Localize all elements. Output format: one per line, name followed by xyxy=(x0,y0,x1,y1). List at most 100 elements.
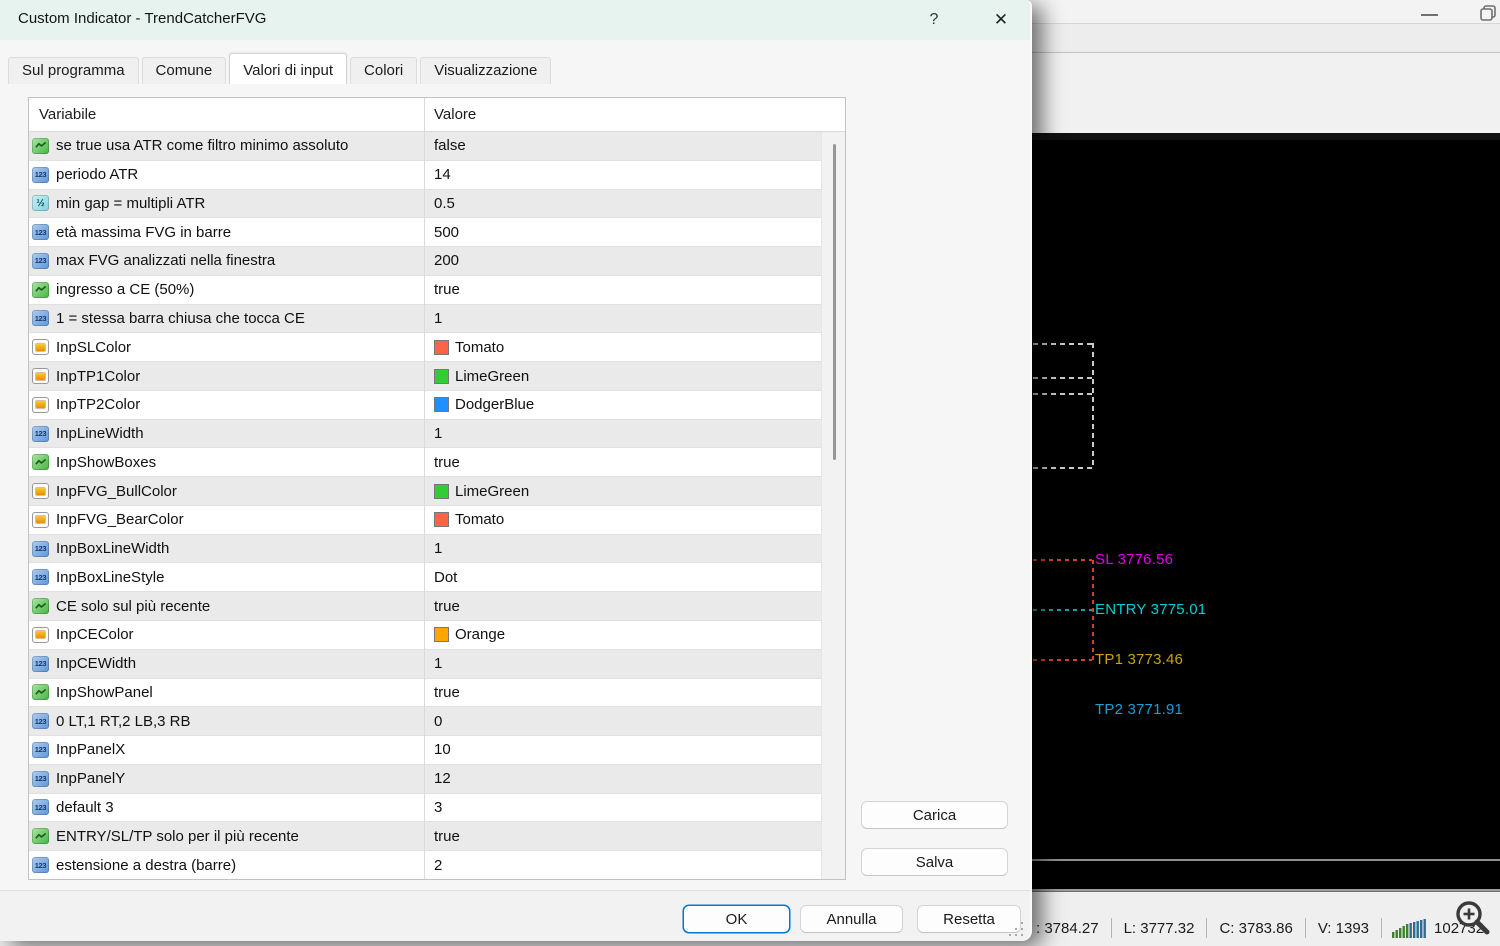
param-row[interactable]: 123età massima FVG in barre500 xyxy=(29,218,821,247)
param-value-cell[interactable]: 1 xyxy=(424,425,442,442)
param-value-cell[interactable]: true xyxy=(424,828,460,845)
param-row[interactable]: InpTP1ColorLimeGreen xyxy=(29,362,821,391)
param-row[interactable]: 123InpBoxLineWidth1 xyxy=(29,535,821,564)
param-value-cell[interactable]: 3 xyxy=(424,799,442,816)
param-row[interactable]: 123InpPanelX10 xyxy=(29,736,821,765)
scrollbar-thumb[interactable] xyxy=(833,144,836,460)
param-value-cell[interactable]: 0.5 xyxy=(424,195,455,212)
param-row[interactable]: InpCEColorOrange xyxy=(29,621,821,650)
param-value-cell[interactable]: 200 xyxy=(424,252,459,269)
param-value[interactable]: 10 xyxy=(434,741,451,758)
param-row[interactable]: 123InpPanelY12 xyxy=(29,765,821,794)
param-row[interactable]: InpShowPaneltrue xyxy=(29,679,821,708)
param-row[interactable]: ENTRY/SL/TP solo per il più recentetrue xyxy=(29,822,821,851)
param-row[interactable]: ingresso a CE (50%)true xyxy=(29,276,821,305)
tab-sul-programma[interactable]: Sul programma xyxy=(8,57,139,84)
param-value-cell[interactable]: LimeGreen xyxy=(424,483,529,500)
param-value-cell[interactable]: 500 xyxy=(424,224,459,241)
param-value[interactable]: DodgerBlue xyxy=(455,396,534,413)
param-value-cell[interactable]: 14 xyxy=(424,166,451,183)
param-value[interactable]: 0.5 xyxy=(434,195,455,212)
param-value[interactable]: Dot xyxy=(434,569,457,586)
cancel-button[interactable]: Annulla xyxy=(800,905,903,933)
close-icon[interactable]: ✕ xyxy=(988,8,1014,32)
param-value[interactable]: 14 xyxy=(434,166,451,183)
param-row[interactable]: 123estensione a destra (barre)2 xyxy=(29,851,821,879)
tab-colori[interactable]: Colori xyxy=(350,57,417,84)
param-row[interactable]: InpFVG_BullColorLimeGreen xyxy=(29,477,821,506)
param-value[interactable]: 1 xyxy=(434,540,442,557)
param-value-cell[interactable]: Orange xyxy=(424,626,505,643)
param-value[interactable]: 12 xyxy=(434,770,451,787)
param-value[interactable]: 0 xyxy=(434,713,442,730)
param-row[interactable]: InpFVG_BearColorTomato xyxy=(29,506,821,535)
param-value-cell[interactable]: true xyxy=(424,598,460,615)
param-name: InpPanelX xyxy=(56,741,125,758)
param-value[interactable]: true xyxy=(434,684,460,701)
table-scrollbar[interactable] xyxy=(821,132,845,879)
tab-visualizzazione[interactable]: Visualizzazione xyxy=(420,57,551,84)
param-row[interactable]: 1231 = stessa barra chiusa che tocca CE1 xyxy=(29,305,821,334)
param-row[interactable]: 123InpCEWidth1 xyxy=(29,650,821,679)
param-value-cell[interactable]: 1 xyxy=(424,655,442,672)
param-value-cell[interactable]: 1 xyxy=(424,540,442,557)
param-value[interactable]: 500 xyxy=(434,224,459,241)
param-value-cell[interactable]: LimeGreen xyxy=(424,368,529,385)
param-value-cell[interactable]: true xyxy=(424,281,460,298)
minimize-icon[interactable] xyxy=(1419,6,1441,24)
param-value-cell[interactable]: Tomato xyxy=(424,339,504,356)
color-swatch xyxy=(434,369,449,384)
param-value[interactable]: true xyxy=(434,828,460,845)
param-value[interactable]: 200 xyxy=(434,252,459,269)
param-row[interactable]: CE solo sul più recentetrue xyxy=(29,592,821,621)
param-row[interactable]: 123periodo ATR14 xyxy=(29,161,821,190)
param-value-cell[interactable]: 0 xyxy=(424,713,442,730)
param-value-cell[interactable]: 1 xyxy=(424,310,442,327)
param-value-cell[interactable]: DodgerBlue xyxy=(424,396,534,413)
param-row[interactable]: ½min gap = multipli ATR0.5 xyxy=(29,190,821,219)
param-value[interactable]: 2 xyxy=(434,857,442,874)
ok-button[interactable]: OK xyxy=(683,905,790,933)
param-value-cell[interactable]: true xyxy=(424,454,460,471)
param-row[interactable]: 123InpLineWidth1 xyxy=(29,420,821,449)
resize-grip[interactable] xyxy=(1009,922,1023,936)
param-value-cell[interactable]: true xyxy=(424,684,460,701)
param-row[interactable]: se true usa ATR come filtro minimo assol… xyxy=(29,132,821,161)
param-row[interactable]: InpTP2ColorDodgerBlue xyxy=(29,391,821,420)
param-value[interactable]: LimeGreen xyxy=(455,483,529,500)
param-value[interactable]: Orange xyxy=(455,626,505,643)
save-button[interactable]: Salva xyxy=(861,848,1008,876)
dialog-titlebar[interactable]: Custom Indicator - TrendCatcherFVG ? ✕ xyxy=(0,0,1030,40)
param-value[interactable]: Tomato xyxy=(455,511,504,528)
param-value[interactable]: LimeGreen xyxy=(455,368,529,385)
param-value[interactable]: 1 xyxy=(434,425,442,442)
param-value[interactable]: Tomato xyxy=(455,339,504,356)
param-row[interactable]: 123InpBoxLineStyleDot xyxy=(29,563,821,592)
reset-button[interactable]: Resetta xyxy=(917,905,1021,933)
param-value[interactable]: true xyxy=(434,454,460,471)
param-row[interactable]: 1230 LT,1 RT,2 LB,3 RB0 xyxy=(29,707,821,736)
load-button[interactable]: Carica xyxy=(861,801,1008,829)
color-param-icon xyxy=(32,339,49,355)
param-value[interactable]: true xyxy=(434,281,460,298)
param-value-cell[interactable]: 2 xyxy=(424,857,442,874)
param-row[interactable]: InpSLColorTomato xyxy=(29,333,821,362)
param-value[interactable]: false xyxy=(434,137,466,154)
help-button[interactable]: ? xyxy=(922,8,946,32)
restore-icon[interactable] xyxy=(1478,3,1500,25)
param-value-cell[interactable]: 10 xyxy=(424,741,451,758)
param-value[interactable]: 1 xyxy=(434,310,442,327)
param-row[interactable]: InpShowBoxestrue xyxy=(29,448,821,477)
param-value-cell[interactable]: 12 xyxy=(424,770,451,787)
param-value-cell[interactable]: false xyxy=(424,137,466,154)
tab-comune[interactable]: Comune xyxy=(142,57,227,84)
zoom-in-icon[interactable] xyxy=(1453,898,1495,940)
param-value[interactable]: 3 xyxy=(434,799,442,816)
param-row[interactable]: 123default 33 xyxy=(29,794,821,823)
param-value[interactable]: 1 xyxy=(434,655,442,672)
tab-valori-di-input[interactable]: Valori di input xyxy=(229,53,347,84)
param-value-cell[interactable]: Tomato xyxy=(424,511,504,528)
param-value[interactable]: true xyxy=(434,598,460,615)
param-row[interactable]: 123max FVG analizzati nella finestra200 xyxy=(29,247,821,276)
param-value-cell[interactable]: Dot xyxy=(424,569,457,586)
